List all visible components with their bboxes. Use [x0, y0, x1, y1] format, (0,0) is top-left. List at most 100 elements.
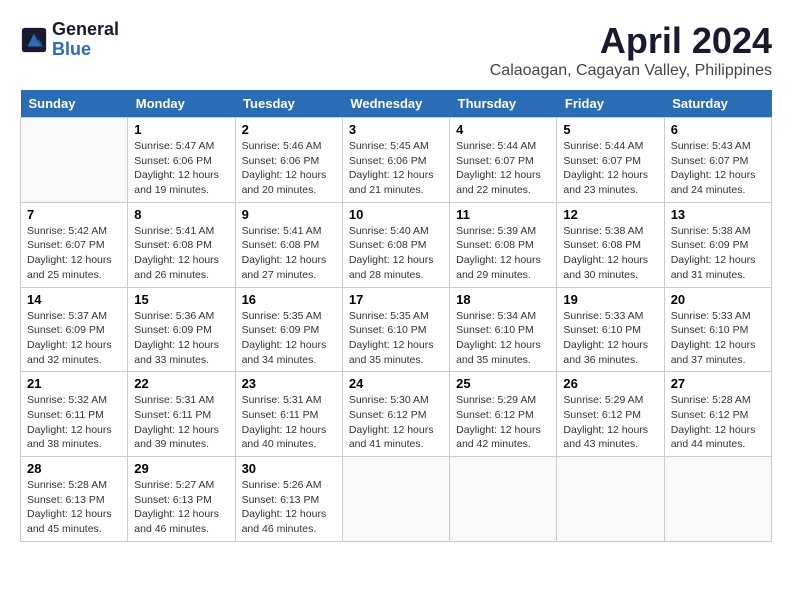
day-info: Sunrise: 5:47 AM Sunset: 6:06 PM Dayligh… [134, 139, 228, 198]
day-info: Sunrise: 5:36 AM Sunset: 6:09 PM Dayligh… [134, 309, 228, 368]
day-number: 5 [563, 122, 657, 137]
day-number: 25 [456, 376, 550, 391]
calendar-cell: 6 Sunrise: 5:43 AM Sunset: 6:07 PM Daylig… [664, 118, 771, 203]
calendar-cell: 17 Sunrise: 5:35 AM Sunset: 6:10 PM Dayli… [342, 287, 449, 372]
day-info: Sunrise: 5:43 AM Sunset: 6:07 PM Dayligh… [671, 139, 765, 198]
calendar-cell: 27 Sunrise: 5:28 AM Sunset: 6:12 PM Dayli… [664, 372, 771, 457]
day-number: 2 [242, 122, 336, 137]
day-number: 23 [242, 376, 336, 391]
week-row-2: 7 Sunrise: 5:42 AM Sunset: 6:07 PM Daylig… [21, 202, 772, 287]
month-title: April 2024 [490, 20, 772, 62]
header-tuesday: Tuesday [235, 90, 342, 118]
header-sunday: Sunday [21, 90, 128, 118]
calendar-cell: 30 Sunrise: 5:26 AM Sunset: 6:13 PM Dayli… [235, 457, 342, 542]
day-number: 21 [27, 376, 121, 391]
day-number: 7 [27, 207, 121, 222]
header-wednesday: Wednesday [342, 90, 449, 118]
calendar-cell: 18 Sunrise: 5:34 AM Sunset: 6:10 PM Dayli… [450, 287, 557, 372]
header-row: Sunday Monday Tuesday Wednesday Thursday… [21, 90, 772, 118]
day-info: Sunrise: 5:33 AM Sunset: 6:10 PM Dayligh… [671, 309, 765, 368]
header-friday: Friday [557, 90, 664, 118]
calendar-cell: 19Sunrise: 5:33 AM Sunset: 6:10 PM Dayli… [557, 287, 664, 372]
day-info: Sunrise: 5:32 AM Sunset: 6:11 PM Dayligh… [27, 393, 121, 452]
title-section: April 2024 Calaoagan, Cagayan Valley, Ph… [490, 20, 772, 80]
day-number: 4 [456, 122, 550, 137]
calendar-cell: 28Sunrise: 5:28 AM Sunset: 6:13 PM Dayli… [21, 457, 128, 542]
day-number: 16 [242, 292, 336, 307]
day-info: Sunrise: 5:42 AM Sunset: 6:07 PM Dayligh… [27, 224, 121, 283]
day-number: 26 [563, 376, 657, 391]
day-number: 14 [27, 292, 121, 307]
day-number: 13 [671, 207, 765, 222]
day-info: Sunrise: 5:29 AM Sunset: 6:12 PM Dayligh… [563, 393, 657, 452]
calendar-cell: 29Sunrise: 5:27 AM Sunset: 6:13 PM Dayli… [128, 457, 235, 542]
calendar-cell: 22 Sunrise: 5:31 AM Sunset: 6:11 PM Dayli… [128, 372, 235, 457]
day-number: 17 [349, 292, 443, 307]
day-number: 15 [134, 292, 228, 307]
calendar-cell: 5 Sunrise: 5:44 AM Sunset: 6:07 PM Daylig… [557, 118, 664, 203]
day-info: Sunrise: 5:34 AM Sunset: 6:10 PM Dayligh… [456, 309, 550, 368]
calendar-cell: 20 Sunrise: 5:33 AM Sunset: 6:10 PM Dayli… [664, 287, 771, 372]
calendar-cell: 26 Sunrise: 5:29 AM Sunset: 6:12 PM Dayli… [557, 372, 664, 457]
logo: General Blue [20, 20, 119, 60]
day-info: Sunrise: 5:38 AM Sunset: 6:09 PM Dayligh… [671, 224, 765, 283]
day-info: Sunrise: 5:35 AM Sunset: 6:09 PM Dayligh… [242, 309, 336, 368]
day-number: 18 [456, 292, 550, 307]
calendar-cell: 15 Sunrise: 5:36 AM Sunset: 6:09 PM Dayli… [128, 287, 235, 372]
calendar-cell: 13 Sunrise: 5:38 AM Sunset: 6:09 PM Dayli… [664, 202, 771, 287]
day-info: Sunrise: 5:30 AM Sunset: 6:12 PM Dayligh… [349, 393, 443, 452]
calendar-cell: 4Sunrise: 5:44 AM Sunset: 6:07 PM Daylig… [450, 118, 557, 203]
day-info: Sunrise: 5:29 AM Sunset: 6:12 PM Dayligh… [456, 393, 550, 452]
calendar-cell: 1Sunrise: 5:47 AM Sunset: 6:06 PM Daylig… [128, 118, 235, 203]
day-info: Sunrise: 5:31 AM Sunset: 6:11 PM Dayligh… [134, 393, 228, 452]
day-info: Sunrise: 5:37 AM Sunset: 6:09 PM Dayligh… [27, 309, 121, 368]
day-number: 27 [671, 376, 765, 391]
header-monday: Monday [128, 90, 235, 118]
week-row-4: 21 Sunrise: 5:32 AM Sunset: 6:11 PM Dayli… [21, 372, 772, 457]
day-number: 20 [671, 292, 765, 307]
calendar-cell: 2 Sunrise: 5:46 AM Sunset: 6:06 PM Daylig… [235, 118, 342, 203]
page-header: General Blue April 2024 Calaoagan, Cagay… [20, 20, 772, 80]
header-saturday: Saturday [664, 90, 771, 118]
calendar-cell [557, 457, 664, 542]
day-info: Sunrise: 5:46 AM Sunset: 6:06 PM Dayligh… [242, 139, 336, 198]
day-info: Sunrise: 5:44 AM Sunset: 6:07 PM Dayligh… [563, 139, 657, 198]
logo-text: General Blue [52, 20, 119, 60]
week-row-1: 1Sunrise: 5:47 AM Sunset: 6:06 PM Daylig… [21, 118, 772, 203]
day-info: Sunrise: 5:35 AM Sunset: 6:10 PM Dayligh… [349, 309, 443, 368]
calendar-cell: 3Sunrise: 5:45 AM Sunset: 6:06 PM Daylig… [342, 118, 449, 203]
calendar-cell: 16 Sunrise: 5:35 AM Sunset: 6:09 PM Dayli… [235, 287, 342, 372]
day-info: Sunrise: 5:31 AM Sunset: 6:11 PM Dayligh… [242, 393, 336, 452]
day-number: 24 [349, 376, 443, 391]
day-info: Sunrise: 5:41 AM Sunset: 6:08 PM Dayligh… [242, 224, 336, 283]
logo-icon [20, 26, 48, 54]
day-info: Sunrise: 5:40 AM Sunset: 6:08 PM Dayligh… [349, 224, 443, 283]
calendar-cell: 21 Sunrise: 5:32 AM Sunset: 6:11 PM Dayli… [21, 372, 128, 457]
day-number: 3 [349, 122, 443, 137]
day-info: Sunrise: 5:27 AM Sunset: 6:13 PM Dayligh… [134, 478, 228, 537]
calendar-cell: 8Sunrise: 5:41 AM Sunset: 6:08 PM Daylig… [128, 202, 235, 287]
calendar-cell: 10Sunrise: 5:40 AM Sunset: 6:08 PM Dayli… [342, 202, 449, 287]
logo-blue: Blue [52, 40, 119, 60]
calendar-cell [342, 457, 449, 542]
calendar-cell: 23 Sunrise: 5:31 AM Sunset: 6:11 PM Dayli… [235, 372, 342, 457]
day-info: Sunrise: 5:28 AM Sunset: 6:13 PM Dayligh… [27, 478, 121, 537]
day-number: 6 [671, 122, 765, 137]
calendar-cell: 11Sunrise: 5:39 AM Sunset: 6:08 PM Dayli… [450, 202, 557, 287]
day-number: 30 [242, 461, 336, 476]
calendar-cell: 12 Sunrise: 5:38 AM Sunset: 6:08 PM Dayli… [557, 202, 664, 287]
day-info: Sunrise: 5:38 AM Sunset: 6:08 PM Dayligh… [563, 224, 657, 283]
day-info: Sunrise: 5:39 AM Sunset: 6:08 PM Dayligh… [456, 224, 550, 283]
day-number: 22 [134, 376, 228, 391]
calendar-cell [21, 118, 128, 203]
calendar-cell: 25 Sunrise: 5:29 AM Sunset: 6:12 PM Dayli… [450, 372, 557, 457]
day-number: 12 [563, 207, 657, 222]
day-number: 8 [134, 207, 228, 222]
day-info: Sunrise: 5:26 AM Sunset: 6:13 PM Dayligh… [242, 478, 336, 537]
calendar-cell [450, 457, 557, 542]
calendar-cell: 7 Sunrise: 5:42 AM Sunset: 6:07 PM Daylig… [21, 202, 128, 287]
day-info: Sunrise: 5:28 AM Sunset: 6:12 PM Dayligh… [671, 393, 765, 452]
week-row-5: 28Sunrise: 5:28 AM Sunset: 6:13 PM Dayli… [21, 457, 772, 542]
calendar-cell [664, 457, 771, 542]
calendar-cell: 14 Sunrise: 5:37 AM Sunset: 6:09 PM Dayli… [21, 287, 128, 372]
